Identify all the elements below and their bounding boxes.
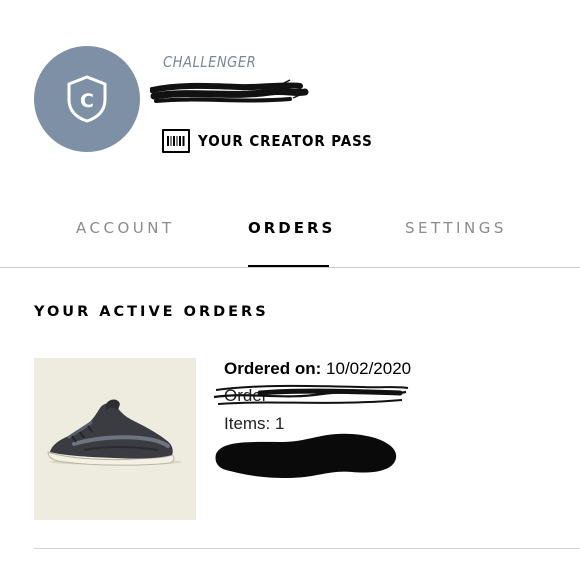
order-thumbnail[interactable] [34, 358, 196, 520]
order-date: Ordered on: 10/02/2020 [224, 359, 411, 379]
tab-orders[interactable]: ORDERS [248, 219, 335, 237]
tab-settings[interactable]: SETTINGS [405, 219, 507, 237]
creator-pass-label: YOUR CREATOR PASS [198, 132, 373, 150]
barcode-icon [162, 129, 190, 153]
avatar: C [34, 46, 140, 152]
active-tab-indicator [248, 265, 329, 267]
section-title: YOUR ACTIVE ORDERS [34, 304, 269, 320]
user-tier-label: CHALLENGER [163, 53, 257, 71]
redacted-order-detail [215, 433, 397, 478]
redacted-order-number [213, 384, 409, 405]
tab-account[interactable]: ACCOUNT [76, 219, 175, 237]
divider [34, 548, 580, 549]
order-date-label: Ordered on: [224, 359, 322, 378]
svg-text:C: C [80, 90, 94, 112]
profile-tabs: ACCOUNT ORDERS SETTINGS [0, 214, 580, 268]
shield-icon: C [67, 75, 107, 123]
redacted-username [150, 79, 309, 103]
creator-pass-link[interactable]: YOUR CREATOR PASS [162, 128, 392, 154]
sneaker-image [34, 358, 196, 520]
order-date-value: 10/02/2020 [326, 359, 412, 378]
